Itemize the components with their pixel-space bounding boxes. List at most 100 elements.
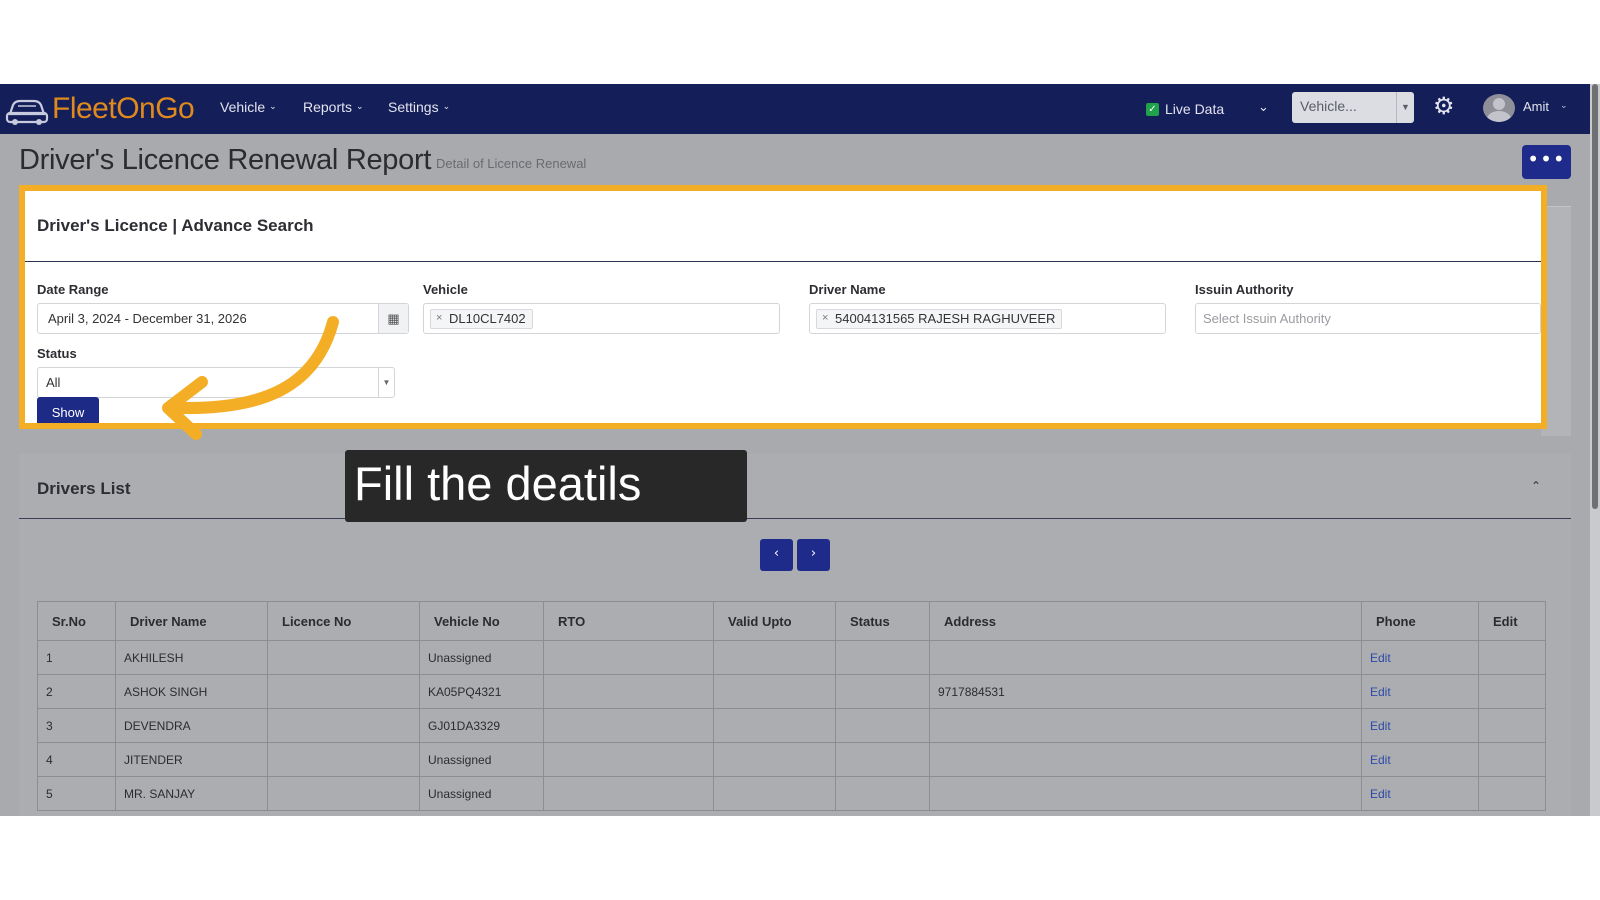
cell-address — [929, 640, 1362, 675]
cell-status — [835, 742, 930, 777]
driver-name-multiselect[interactable]: × 54004131565 RAJESH RAGHUVEER — [809, 303, 1166, 334]
divider — [25, 261, 1541, 262]
column-header[interactable]: Address — [929, 601, 1362, 641]
column-header[interactable]: Licence No — [267, 601, 420, 641]
cell-status — [835, 674, 930, 709]
table-row: 2 ASHOK SINGH KA05PQ4321 9717884531 Edit — [37, 674, 1546, 709]
remove-icon[interactable]: × — [436, 312, 442, 324]
cell-valid-upto — [713, 674, 836, 709]
column-header[interactable]: Vehicle No — [419, 601, 544, 641]
date-range-value: April 3, 2024 - December 31, 2026 — [48, 311, 247, 326]
column-header[interactable]: Sr.No — [37, 601, 116, 641]
vehicle-label: Vehicle — [423, 282, 468, 297]
chevron-down-icon[interactable]: ⌄ — [1258, 99, 1269, 115]
live-data-toggle[interactable]: ✓ Live Data — [1146, 101, 1224, 117]
cell-status — [835, 640, 930, 675]
edit-link[interactable]: Edit — [1361, 742, 1479, 777]
cell-valid-upto — [713, 640, 836, 675]
prev-page-button[interactable]: ‹ — [760, 539, 793, 571]
advance-search-card: Driver's Licence | Advance Search Date R… — [25, 189, 1541, 428]
date-range-field[interactable]: April 3, 2024 - December 31, 2026 ▦ — [37, 303, 409, 334]
chevron-down-icon[interactable]: ⌄ — [1560, 100, 1568, 111]
car-logo-icon — [5, 99, 49, 125]
cell-licence — [267, 742, 420, 777]
issuing-authority-select[interactable]: Select Issuin Authority — [1195, 303, 1541, 334]
user-name[interactable]: Amit — [1523, 99, 1549, 114]
vehicle-multiselect[interactable]: × DL10CL7402 — [423, 303, 780, 334]
edit-link[interactable]: Edit — [1361, 708, 1479, 743]
scrollbar[interactable] — [1590, 84, 1600, 816]
issuing-authority-label: Issuin Authority — [1195, 282, 1294, 297]
brand-name: FleetOnGo — [52, 92, 195, 125]
cell-edit — [1478, 776, 1546, 811]
cell-vehicle: GJ01DA3329 — [419, 708, 544, 743]
vehicle-chip-label: DL10CL7402 — [449, 311, 526, 326]
table-row: 1 AKHILESH Unassigned Edit — [37, 640, 1546, 675]
cell-sr: 5 — [37, 776, 116, 811]
cell-valid-upto — [713, 776, 836, 811]
next-page-button[interactable]: › — [797, 539, 830, 571]
cell-driver-name: JITENDER — [115, 742, 268, 777]
status-label: Status — [37, 346, 77, 361]
advance-search-title: Driver's Licence | Advance Search — [37, 216, 314, 235]
more-options-button[interactable]: ••• — [1522, 145, 1571, 179]
driver-chip[interactable]: × 54004131565 RAJESH RAGHUVEER — [816, 309, 1063, 329]
cell-vehicle: Unassigned — [419, 776, 544, 811]
page-title: Driver's Licence Renewal Report — [19, 144, 432, 176]
nav-menu-label: Reports — [303, 99, 353, 115]
remove-icon[interactable]: × — [822, 312, 828, 324]
calendar-icon[interactable]: ▦ — [378, 304, 408, 333]
page-subtitle: Detail of Licence Renewal — [436, 156, 587, 171]
cell-vehicle: Unassigned — [419, 742, 544, 777]
cell-licence — [267, 708, 420, 743]
cell-rto — [543, 742, 714, 777]
status-select[interactable]: All ▼ — [37, 367, 395, 398]
table-row: 3 DEVENDRA GJ01DA3329 Edit — [37, 708, 1546, 743]
dropdown-arrow-icon: ▼ — [378, 368, 394, 397]
column-header[interactable]: Phone — [1361, 601, 1479, 641]
cell-status — [835, 708, 930, 743]
drivers-list-card: Drivers List ⌃ ‹ › Sr.No Driver Name Lic… — [19, 454, 1571, 816]
nav-menu-reports[interactable]: Reports ⌄ — [303, 99, 364, 115]
brand-logo[interactable]: FleetOnGo — [4, 90, 195, 128]
cell-sr: 2 — [37, 674, 116, 709]
vehicle-chip[interactable]: × DL10CL7402 — [430, 309, 533, 329]
show-button[interactable]: Show — [37, 397, 99, 428]
cell-valid-upto — [713, 708, 836, 743]
cell-vehicle: KA05PQ4321 — [419, 674, 544, 709]
column-header[interactable]: Driver Name — [115, 601, 268, 641]
column-header[interactable]: Valid Upto — [713, 601, 836, 641]
column-header[interactable]: Status — [835, 601, 930, 641]
edit-link[interactable]: Edit — [1361, 776, 1479, 811]
cell-valid-upto — [713, 742, 836, 777]
edit-link[interactable]: Edit — [1361, 640, 1479, 675]
cell-sr: 1 — [37, 640, 116, 675]
nav-menu-vehicle[interactable]: Vehicle ⌄ — [220, 99, 277, 115]
avatar[interactable] — [1483, 94, 1515, 122]
nav-menu-settings[interactable]: Settings ⌄ — [388, 99, 450, 115]
column-header[interactable]: RTO — [543, 601, 714, 641]
edit-link[interactable]: Edit — [1361, 674, 1479, 709]
cell-licence — [267, 640, 420, 675]
chevron-down-icon: ⌄ — [269, 100, 277, 111]
chevron-down-icon: ⌄ — [442, 100, 451, 111]
drivers-table: Sr.No Driver Name Licence No Vehicle No … — [37, 601, 1546, 811]
chevron-up-icon[interactable]: ⌃ — [1531, 479, 1541, 493]
dropdown-arrow-icon: ▼ — [1396, 92, 1414, 123]
scrollbar-thumb[interactable] — [1592, 84, 1598, 509]
cell-rto — [543, 640, 714, 675]
cell-driver-name: DEVENDRA — [115, 708, 268, 743]
column-header[interactable]: Edit — [1478, 601, 1546, 641]
vehicle-select[interactable]: Vehicle... ▼ — [1292, 92, 1414, 123]
checkbox-checked-icon[interactable]: ✓ — [1146, 102, 1159, 116]
instruction-tooltip: Fill the deatils — [345, 450, 747, 522]
cell-edit — [1478, 708, 1546, 743]
cell-rto — [543, 674, 714, 709]
driver-chip-label: 54004131565 RAJESH RAGHUVEER — [835, 311, 1056, 326]
cell-licence — [267, 776, 420, 811]
table-row: 4 JITENDER Unassigned Edit — [37, 742, 1546, 777]
nav-menu-label: Vehicle — [220, 99, 266, 115]
gear-icon[interactable]: ⚙ — [1433, 95, 1455, 119]
cell-driver-name: ASHOK SINGH — [115, 674, 268, 709]
cell-driver-name: MR. SANJAY — [115, 776, 268, 811]
